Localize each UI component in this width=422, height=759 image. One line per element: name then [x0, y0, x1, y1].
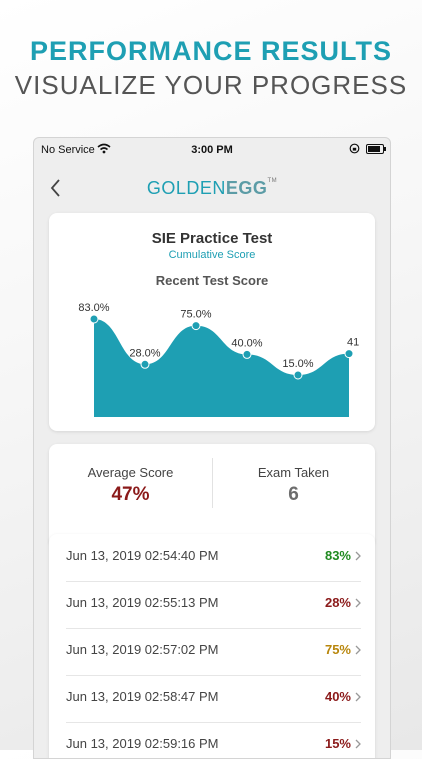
average-score-value: 47%: [111, 484, 150, 505]
score-chart-card: SIE Practice Test Cumulative Score Recen…: [49, 213, 375, 431]
phone-screen: No Service 3:00 PM GOLDENEGGTM SIE Pract…: [33, 137, 391, 759]
chevron-right-icon: [355, 692, 361, 702]
average-score-stat: Average Score 47%: [49, 444, 212, 547]
rotation-lock-icon: [349, 143, 360, 154]
test-history-row[interactable]: Jun 13, 2019 02:59:16 PM 15%: [66, 722, 361, 758]
stats-card: Average Score 47% Exam Taken 6: [49, 444, 375, 547]
data-point: [242, 349, 252, 359]
golden-egg-logo: GOLDENEGGTM: [34, 178, 390, 199]
test-date: Jun 13, 2019 02:58:47 PM: [66, 689, 219, 704]
test-score: 83%: [324, 548, 351, 563]
logo-accent-text: EGG: [225, 178, 268, 198]
test-history-row[interactable]: Jun 13, 2019 02:54:40 PM 83%: [66, 534, 361, 582]
data-point: [344, 349, 354, 359]
chevron-right-icon: [355, 598, 361, 608]
exam-taken-stat: Exam Taken 6: [212, 444, 375, 547]
test-date: Jun 13, 2019 02:59:16 PM: [66, 736, 219, 751]
data-label: 83.0%: [78, 302, 109, 314]
test-score: 28%: [324, 595, 351, 610]
promo-title: PERFORMANCE RESULTS: [29, 36, 392, 66]
data-label: 40.0%: [231, 337, 262, 349]
test-history-list: Jun 13, 2019 02:54:40 PM 83% Jun 13, 2019 …: [49, 534, 375, 758]
test-date: Jun 13, 2019 02:54:40 PM: [66, 548, 219, 563]
test-score: 15%: [324, 736, 351, 751]
data-point: [89, 314, 99, 324]
chevron-right-icon: [355, 739, 361, 749]
battery-icon: [366, 144, 386, 154]
status-bar: No Service 3:00 PM: [34, 138, 390, 162]
test-date: Jun 13, 2019 02:57:02 PM: [66, 642, 219, 657]
nav-bar: GOLDENEGGTM: [34, 168, 390, 208]
score-area-chart: 83.0% 28.0% 75.0% 40.0% 15.0% 41: [78, 302, 359, 417]
data-point: [191, 321, 201, 331]
chevron-right-icon: [355, 645, 361, 655]
test-history-row[interactable]: Jun 13, 2019 02:55:13 PM 28%: [66, 581, 361, 629]
test-history-row[interactable]: Jun 13, 2019 02:57:02 PM 75%: [66, 628, 361, 676]
data-label: 15.0%: [282, 358, 313, 370]
data-label: 75.0%: [180, 309, 211, 321]
test-date: Jun 13, 2019 02:55:13 PM: [66, 595, 219, 610]
test-score: 75%: [324, 642, 351, 657]
status-time: 3:00 PM: [191, 144, 233, 156]
logo-trademark: TM: [267, 178, 278, 184]
chevron-right-icon: [355, 551, 361, 561]
test-score: 40%: [324, 689, 351, 704]
data-label: 28.0%: [129, 347, 160, 359]
exam-taken-value: 6: [288, 484, 299, 505]
data-label: 41: [347, 337, 359, 349]
exam-taken-label: Exam Taken: [257, 465, 330, 480]
average-score-label: Average Score: [87, 465, 174, 480]
promo-subtitle: VISUALIZE YOUR PROGRESS: [14, 70, 408, 100]
data-point: [293, 370, 303, 380]
data-point: [140, 359, 150, 369]
test-history-row[interactable]: Jun 13, 2019 02:58:47 PM 40%: [66, 675, 361, 723]
logo-main-text: GOLDEN: [146, 178, 226, 198]
